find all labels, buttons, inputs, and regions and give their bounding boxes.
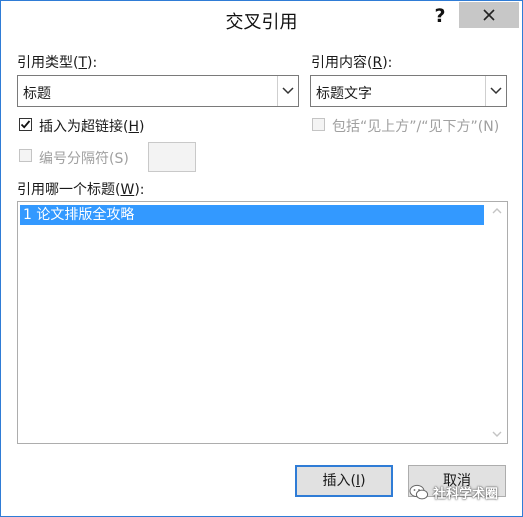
include-above-below-checkbox[interactable] xyxy=(312,118,325,131)
which-heading-label: 引用哪一个标题(W): xyxy=(17,182,145,198)
reference-content-select[interactable]: 标题文字 xyxy=(310,75,507,107)
reference-content-value: 标题文字 xyxy=(316,86,372,102)
checkmark-icon xyxy=(20,120,31,129)
cross-reference-dialog: 交叉引用 ? 引用类型(T): 标题 引用内容(R): 标题文字 插入为超链接(… xyxy=(0,0,523,517)
reference-content-label: 引用内容(R): xyxy=(311,55,393,71)
chevron-down-icon[interactable] xyxy=(485,76,506,106)
close-button[interactable] xyxy=(459,2,519,28)
reference-type-label: 引用类型(T): xyxy=(17,55,98,71)
number-separator-field[interactable] xyxy=(148,142,196,172)
chevron-down-icon xyxy=(492,431,502,437)
include-above-below-label: 包括“见上方”/“见下方”(N) xyxy=(332,119,500,135)
insert-hyperlink-checkbox[interactable] xyxy=(19,118,32,131)
watermark: 社科学术圈 xyxy=(409,477,498,507)
scroll-up-button[interactable] xyxy=(487,202,507,220)
reference-type-value: 标题 xyxy=(23,86,51,102)
heading-listbox[interactable]: 1 论文排版全攻略 xyxy=(17,201,508,444)
chevron-up-icon xyxy=(492,208,502,214)
number-separator-checkbox[interactable] xyxy=(19,149,32,162)
insert-hyperlink-label[interactable]: 插入为超链接(H) xyxy=(39,116,144,136)
wechat-icon xyxy=(409,484,429,499)
list-item[interactable]: 1 论文排版全攻略 xyxy=(20,205,484,225)
watermark-text: 社科学术圈 xyxy=(433,486,499,502)
chevron-down-icon[interactable] xyxy=(277,76,298,106)
insert-button[interactable]: 插入(I) xyxy=(295,465,393,497)
help-button[interactable]: ? xyxy=(427,5,453,27)
scroll-down-button[interactable] xyxy=(487,425,507,443)
reference-type-select[interactable]: 标题 xyxy=(17,75,299,107)
listbox-scrollbar[interactable] xyxy=(487,202,507,443)
title-bar[interactable]: 交叉引用 ? xyxy=(1,1,522,35)
close-icon xyxy=(483,9,495,21)
number-separator-label: 编号分隔符(S) xyxy=(39,151,129,167)
